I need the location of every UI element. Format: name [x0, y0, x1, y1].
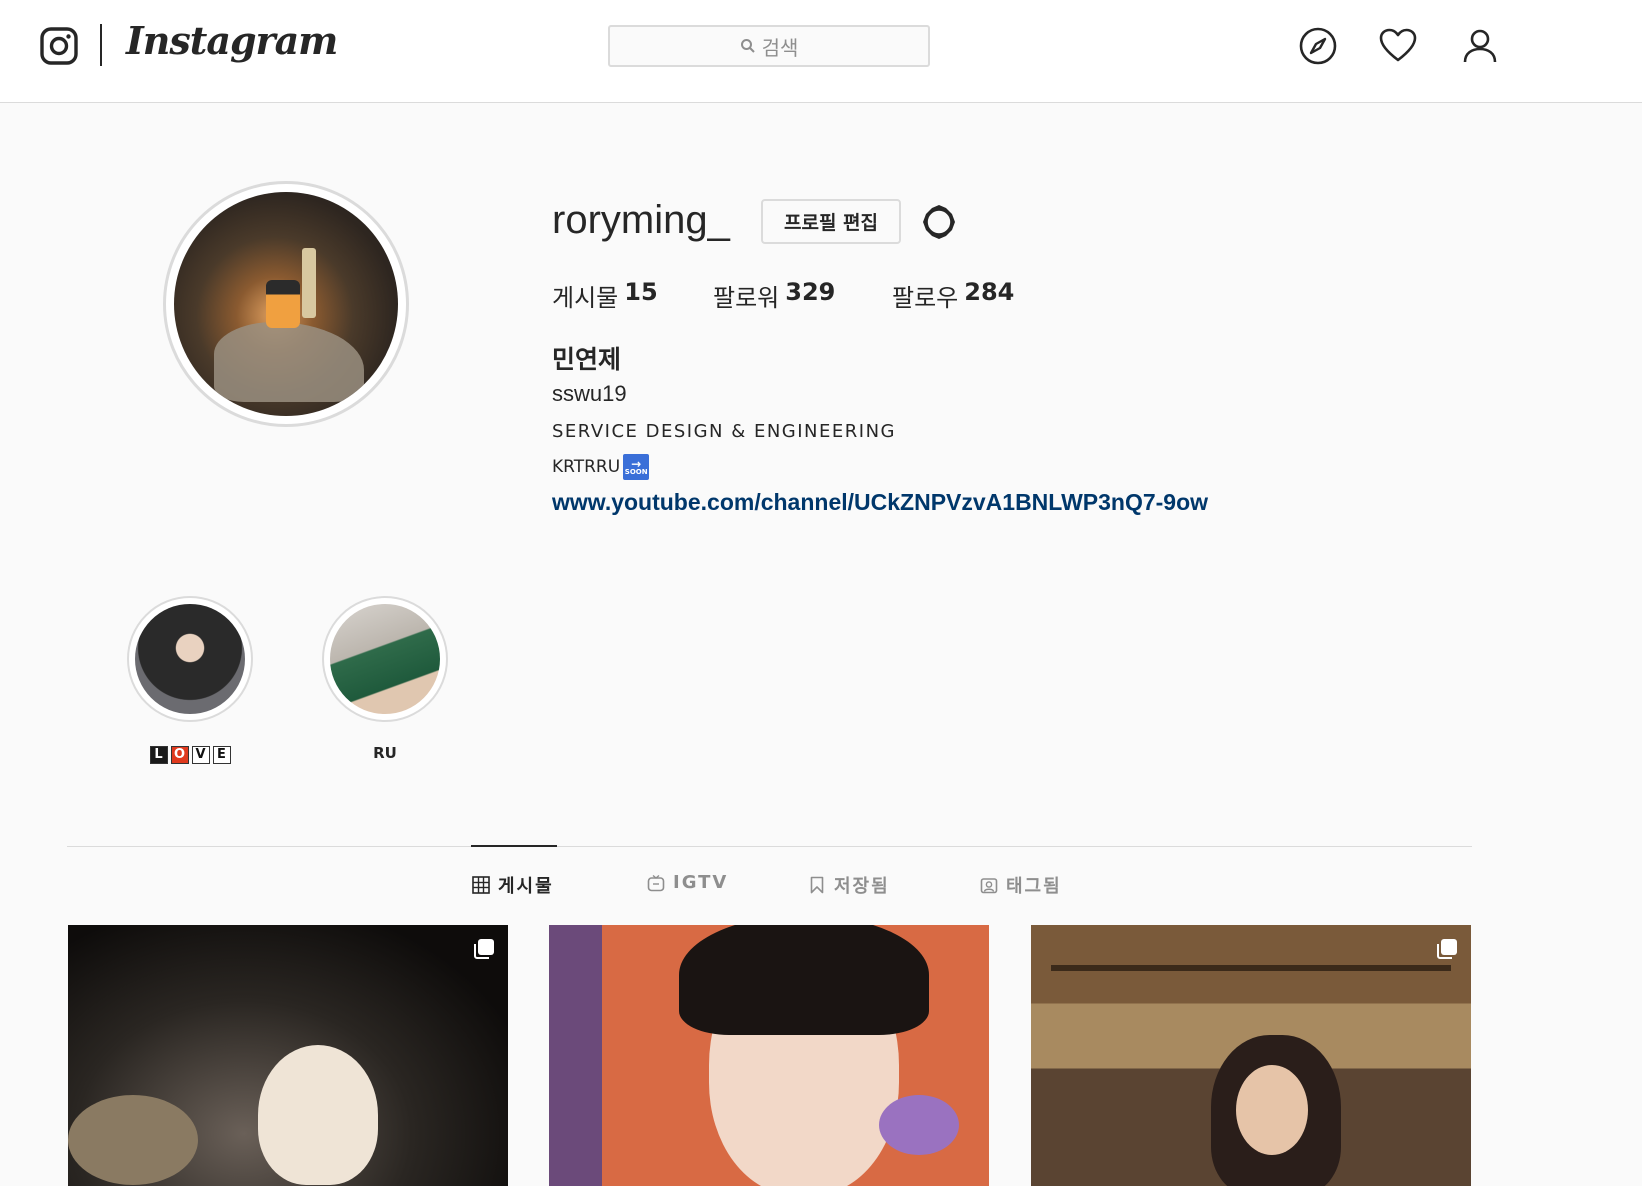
post-image-person-face — [1236, 1065, 1308, 1155]
post-image-shelf — [1051, 965, 1451, 971]
love-tile-o: O — [170, 746, 189, 764]
love-tile-e: E — [212, 746, 231, 764]
tab-igtv[interactable]: IGTV — [647, 872, 728, 893]
tab-saved-label: 저장됨 — [834, 876, 890, 897]
active-tab-indicator — [471, 845, 557, 847]
post-thumbnail[interactable] — [549, 925, 989, 1186]
avatar-candle — [302, 248, 316, 318]
explore-icon[interactable] — [1298, 26, 1338, 66]
post-image-puppy — [258, 1045, 378, 1185]
following-count[interactable]: 팔로우 284 — [892, 278, 1014, 313]
avatar-lantern — [266, 280, 300, 328]
post-image-hair — [679, 925, 929, 1035]
tag-person-icon — [980, 878, 998, 894]
followers-label: 팔로워 — [713, 284, 780, 312]
post-thumbnail[interactable] — [68, 925, 508, 1186]
post-thumbnail[interactable] — [1031, 925, 1471, 1186]
carousel-multiple-icon — [1437, 939, 1457, 959]
heart-icon[interactable] — [1378, 26, 1418, 66]
settings-gear-icon[interactable] — [919, 202, 959, 242]
post-image-bowl — [68, 1095, 198, 1185]
bookmark-icon — [810, 876, 824, 894]
instagram-wordmark[interactable]: Instagram — [126, 18, 338, 63]
edit-profile-button[interactable]: 프로필 편집 — [761, 199, 901, 244]
love-letter-tiles: L O V E — [149, 746, 231, 764]
following-number: 284 — [964, 278, 1015, 306]
love-tile-l: L — [149, 746, 168, 764]
highlight-ring — [127, 596, 253, 722]
highlight-cover-image — [330, 604, 440, 714]
love-tile-v: V — [191, 746, 210, 764]
grid-icon — [472, 876, 490, 894]
profile-stats: 게시물 15 팔로워 329 팔로우 284 — [552, 278, 1014, 313]
story-highlight-love[interactable] — [127, 596, 253, 722]
tab-posts[interactable]: 게시물 — [472, 872, 554, 898]
highlight-label-ru: RU — [373, 744, 397, 762]
bio-line-3: KRTRRU → SOON — [552, 454, 650, 480]
igtv-icon — [647, 874, 665, 891]
carousel-multiple-icon — [474, 939, 494, 959]
tabs-divider — [67, 846, 1472, 847]
bio-line-1: sswu19 — [552, 381, 627, 406]
tab-saved[interactable]: 저장됨 — [808, 872, 890, 898]
soon-badge-text: SOON — [624, 467, 648, 476]
top-navigation-bar: Instagram 검색 — [0, 0, 1642, 103]
followers-count[interactable]: 팔로워 329 — [713, 278, 892, 313]
soon-arrow-emoji-icon: → SOON — [623, 454, 650, 480]
story-highlight-ru[interactable] — [322, 596, 448, 722]
profile-picture[interactable] — [174, 192, 398, 416]
posts-number: 15 — [624, 278, 658, 306]
tab-posts-label: 게시물 — [498, 876, 554, 897]
tab-tagged-label: 태그됨 — [1006, 876, 1062, 897]
instagram-logo-icon[interactable] — [40, 27, 78, 65]
posts-count: 게시물 15 — [552, 278, 713, 313]
bio-line-2: SERVICE DESIGN & ENGINEERING — [552, 421, 897, 442]
bio-line-3-text: KRTRRU — [552, 457, 621, 477]
followers-number: 329 — [785, 278, 836, 306]
profile-full-name: 민연제 — [552, 345, 622, 374]
highlight-label-love: L O V E — [127, 744, 253, 764]
logo-divider — [100, 24, 102, 66]
search-input[interactable]: 검색 — [608, 25, 930, 67]
search-placeholder: 검색 — [761, 35, 799, 60]
following-label: 팔로우 — [892, 284, 959, 312]
search-icon — [740, 39, 755, 53]
profile-icon[interactable] — [1460, 26, 1500, 66]
tab-igtv-label: IGTV — [673, 872, 729, 893]
highlight-cover-image — [135, 604, 245, 714]
post-image-flower — [879, 1095, 959, 1155]
avatar-cloth — [214, 322, 364, 402]
profile-username: roryming_ — [552, 198, 730, 242]
posts-label: 게시물 — [552, 284, 619, 312]
bio-website-link[interactable]: www.youtube.com/channel/UCkZNPVzvA1BNLWP… — [552, 489, 1208, 516]
highlight-ring — [322, 596, 448, 722]
tab-tagged[interactable]: 태그됨 — [980, 872, 1062, 898]
